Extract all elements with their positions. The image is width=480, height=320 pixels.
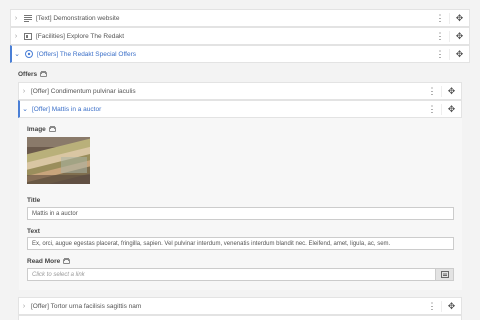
chevron-right-icon[interactable]: › (19, 88, 29, 95)
offer-item[interactable]: › [Offer] Condimentum pulvinar iaculis ⋮… (18, 82, 462, 100)
offer-item-expanded[interactable]: ⌄ [Offer] Mattis in a auctor ⋮ ✥ (18, 100, 462, 118)
drag-move-icon[interactable]: ✥ (449, 48, 469, 60)
link-picker-icon (440, 271, 449, 278)
chevron-down-icon[interactable]: ⌄ (20, 105, 30, 113)
offers-label-text: Offers (18, 71, 38, 78)
more-vertical-icon[interactable]: ⋮ (423, 104, 441, 114)
text-input[interactable]: Ex, orci, augue egestas placerat, fringi… (27, 237, 454, 250)
more-vertical-icon[interactable]: ⋮ (423, 86, 441, 96)
more-vertical-icon[interactable]: ⋮ (431, 31, 449, 41)
text-field-label: Text (27, 228, 40, 235)
drag-move-icon[interactable]: ✥ (441, 103, 461, 115)
row-offers[interactable]: ⌄ [Offers] The Redakt Special Offers ⋮ ✥ (10, 45, 470, 63)
row-text-demonstration[interactable]: › [Text] Demonstration website ⋮ ✥ (10, 9, 470, 27)
title-input[interactable]: Mattis in a auctor (27, 207, 454, 220)
folder-icon (48, 126, 56, 132)
title-field-label: Title (27, 197, 40, 204)
title-label-text: Title (27, 197, 41, 204)
offer-item-partial[interactable] (18, 315, 462, 320)
image-label-text: Image (27, 126, 46, 133)
drag-move-icon[interactable]: ✥ (449, 12, 469, 24)
drag-move-icon[interactable]: ✥ (441, 300, 461, 312)
offer-image-thumbnail[interactable] (27, 137, 90, 184)
offer-label: [Offer] Condimentum pulvinar iaculis (31, 87, 136, 95)
drag-move-icon[interactable]: ✥ (441, 85, 461, 97)
folder-icon (40, 71, 48, 77)
row-label: [Text] Demonstration website (36, 14, 120, 22)
drag-move-icon[interactable]: ✥ (449, 30, 469, 42)
image-field-label: Image (27, 126, 56, 133)
chevron-right-icon[interactable]: › (11, 15, 21, 22)
chevron-down-icon[interactable]: ⌄ (12, 50, 22, 58)
more-vertical-icon[interactable]: ⋮ (431, 49, 449, 59)
row-label: [Offers] The Redakt Special Offers (37, 50, 136, 58)
offers-icon (24, 50, 34, 58)
facilities-icon (23, 32, 33, 40)
offer-label: [Offer] Tortor urna facilisis sagittis n… (31, 302, 142, 310)
offers-section-label: Offers (18, 71, 48, 78)
folder-icon (63, 258, 71, 264)
more-vertical-icon[interactable]: ⋮ (431, 13, 449, 23)
more-vertical-icon[interactable]: ⋮ (423, 301, 441, 311)
link-picker-button[interactable] (435, 268, 454, 281)
text-icon (23, 14, 33, 22)
read-more-label-text: Read More (27, 258, 61, 265)
chevron-right-icon[interactable]: › (19, 303, 29, 310)
chevron-right-icon[interactable]: › (11, 33, 21, 40)
text-label-text: Text (27, 228, 40, 235)
offer-label: [Offer] Mattis in a auctor (32, 105, 102, 113)
row-label: [Facilities] Explore The Redakt (36, 32, 125, 40)
link-select-input[interactable]: Click to select a link (27, 268, 436, 281)
read-more-field-label: Read More (27, 258, 71, 265)
row-facilities[interactable]: › [Facilities] Explore The Redakt ⋮ ✥ (10, 27, 470, 45)
offer-item[interactable]: › [Offer] Tortor urna facilisis sagittis… (18, 297, 462, 315)
